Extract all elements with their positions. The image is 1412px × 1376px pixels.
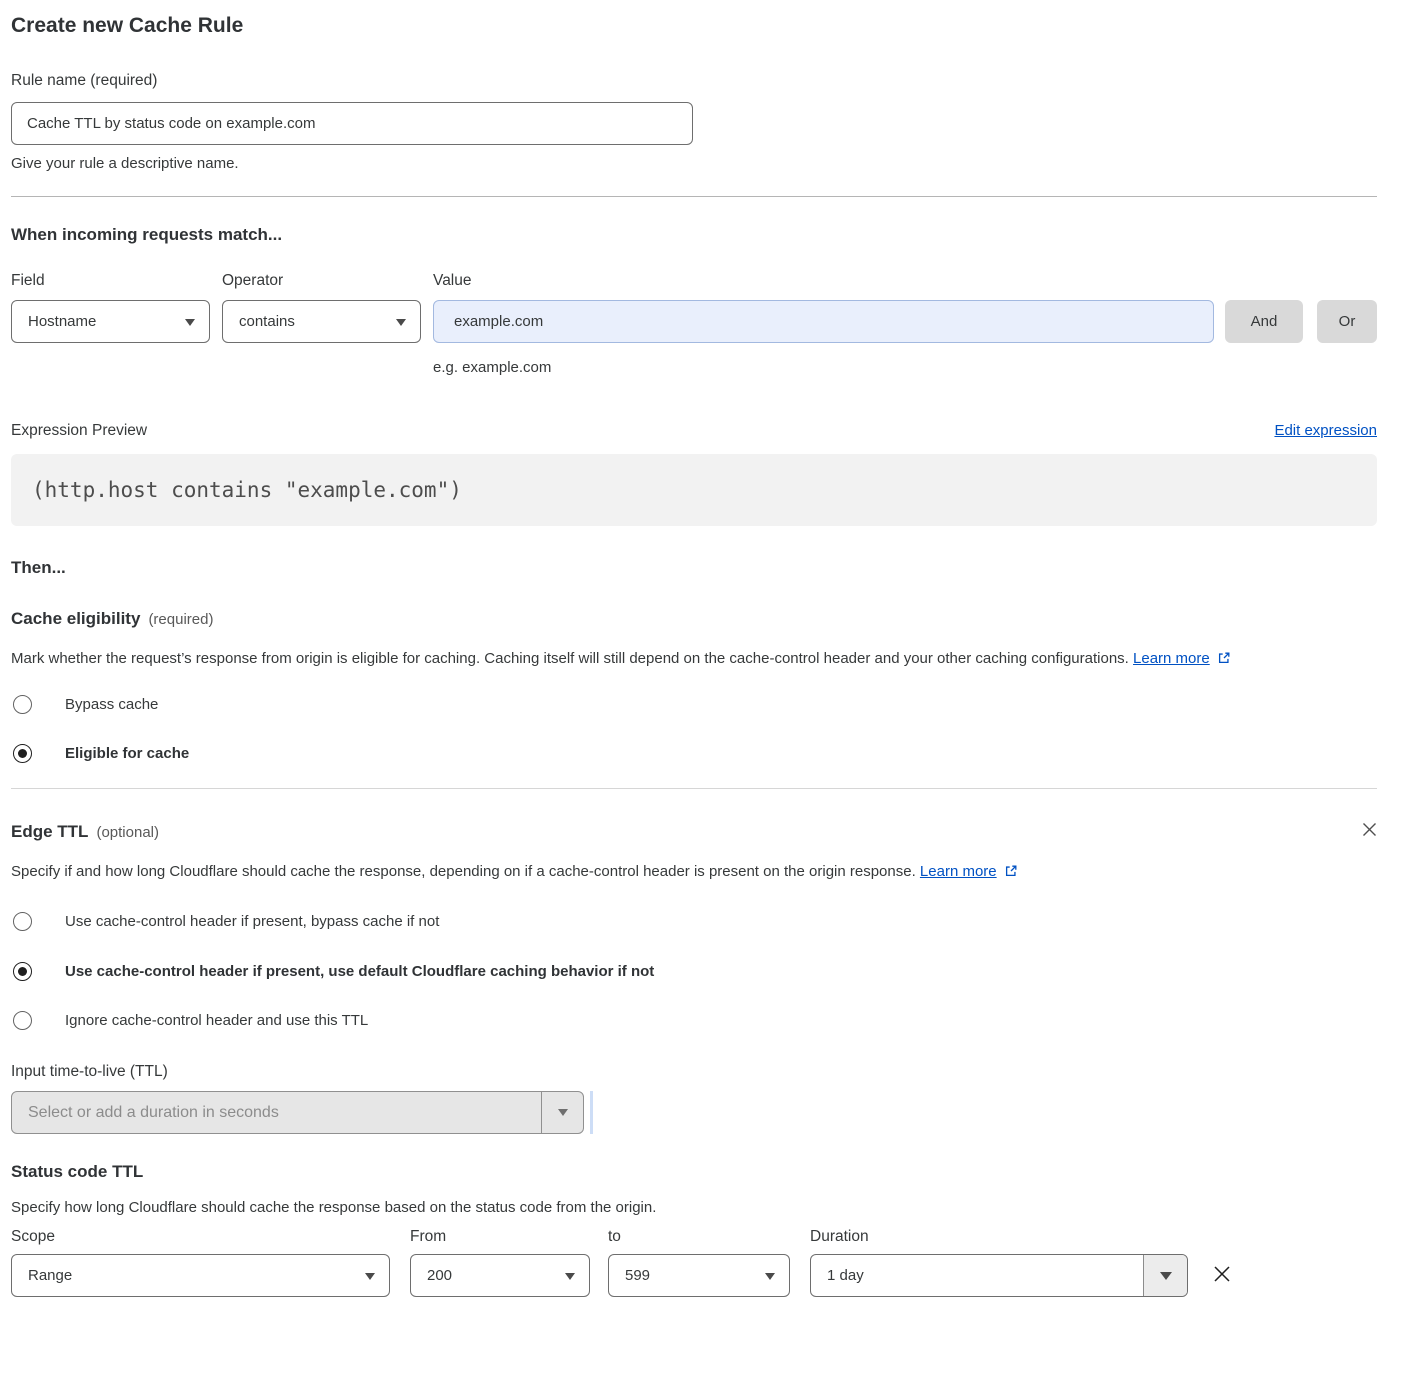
or-button[interactable]: Or	[1317, 300, 1377, 343]
chevron-down-icon[interactable]	[1143, 1255, 1187, 1296]
expression-header-row: Expression Preview Edit expression	[11, 420, 1377, 441]
external-link-icon	[1217, 647, 1231, 675]
radio-checked-icon[interactable]	[13, 744, 32, 763]
rule-name-input[interactable]	[11, 102, 693, 145]
from-select[interactable]: 200	[410, 1254, 590, 1297]
close-edge-ttl-icon[interactable]	[1362, 822, 1377, 841]
expression-preview-label: Expression Preview	[11, 420, 147, 441]
edit-expression-link[interactable]: Edit expression	[1274, 422, 1377, 439]
chevron-down-icon	[396, 319, 406, 326]
value-label: Value	[433, 270, 472, 291]
chevron-down-icon	[185, 319, 195, 326]
edge-ttl-heading: Edge TTL (optional)	[11, 820, 159, 844]
radio-option-label: Use cache-control header if present, use…	[65, 963, 654, 980]
radio-unchecked-icon[interactable]	[13, 1011, 32, 1030]
edge-ttl-header-row: Edge TTL (optional)	[11, 820, 1377, 844]
ttl-input-label: Input time-to-live (TTL)	[11, 1061, 1377, 1082]
chevron-down-icon[interactable]	[541, 1092, 583, 1133]
external-link-icon	[1004, 860, 1018, 888]
chevron-down-icon	[765, 1273, 775, 1280]
radio-option-cc-default[interactable]: Use cache-control header if present, use…	[11, 960, 1377, 982]
then-heading: Then...	[11, 556, 1377, 579]
radio-option-label: Use cache-control header if present, byp…	[65, 913, 439, 930]
to-select-value: 599	[625, 1267, 650, 1284]
cache-eligibility-description-text: Mark whether the request’s response from…	[11, 650, 1129, 667]
field-select[interactable]: Hostname	[11, 300, 210, 343]
radio-unchecked-icon[interactable]	[13, 912, 32, 931]
status-code-ttl-heading: Status code TTL	[11, 1160, 1377, 1183]
radio-option-bypass-cache[interactable]: Bypass cache	[11, 693, 1377, 715]
value-hint: e.g. example.com	[433, 359, 1377, 376]
status-code-controls-row: Range 200 599 1 day	[11, 1254, 1377, 1297]
expression-preview-box: (http.host contains "example.com")	[11, 454, 1377, 526]
status-code-labels-row: Scope From to Duration	[11, 1228, 1377, 1246]
radio-option-ignore-cc[interactable]: Ignore cache-control header and use this…	[11, 1009, 1377, 1031]
scope-select[interactable]: Range	[11, 1254, 390, 1297]
match-labels-row: Field Operator Value	[11, 270, 1377, 291]
to-label: to	[608, 1228, 810, 1246]
scope-select-value: Range	[28, 1267, 72, 1284]
expression-code: (http.host contains "example.com")	[32, 478, 462, 502]
cache-eligibility-heading: Cache eligibility (required)	[11, 607, 1377, 631]
from-label: From	[410, 1228, 608, 1246]
ttl-input-row: Select or add a duration in seconds	[11, 1091, 1377, 1134]
section-divider	[11, 196, 1377, 197]
operator-label: Operator	[222, 270, 421, 291]
learn-more-link[interactable]: Learn more	[1133, 650, 1210, 667]
operator-select-value: contains	[239, 313, 295, 330]
remove-status-code-rule-icon[interactable]	[1212, 1264, 1232, 1288]
focus-caret	[590, 1091, 593, 1134]
radio-unchecked-icon[interactable]	[13, 695, 32, 714]
create-cache-rule-page: Create new Cache Rule Rule name (require…	[0, 0, 1412, 1297]
radio-option-label: Ignore cache-control header and use this…	[65, 1012, 368, 1029]
match-controls-row: Hostname contains And Or	[11, 300, 1377, 343]
page-title: Create new Cache Rule	[11, 12, 1377, 40]
edge-ttl-description-text: Specify if and how long Cloudflare shoul…	[11, 863, 916, 880]
duration-label: Duration	[810, 1228, 1188, 1246]
field-label: Field	[11, 270, 210, 291]
radio-option-label: Eligible for cache	[65, 745, 189, 762]
cache-eligibility-description: Mark whether the request’s response from…	[11, 645, 1351, 675]
field-select-value: Hostname	[28, 313, 96, 330]
radio-option-eligible-for-cache[interactable]: Eligible for cache	[11, 742, 1377, 764]
status-code-ttl-description: Specify how long Cloudflare should cache…	[11, 1197, 1351, 1218]
edge-ttl-title: Edge TTL	[11, 822, 88, 841]
optional-badge: (optional)	[96, 824, 159, 841]
and-button[interactable]: And	[1225, 300, 1303, 343]
radio-option-cc-bypass[interactable]: Use cache-control header if present, byp…	[11, 910, 1377, 932]
match-heading: When incoming requests match...	[11, 223, 1377, 246]
radio-option-label: Bypass cache	[65, 696, 158, 713]
operator-select[interactable]: contains	[222, 300, 421, 343]
duration-select-value: 1 day	[811, 1255, 1143, 1296]
required-badge: (required)	[148, 611, 213, 628]
from-select-value: 200	[427, 1267, 452, 1284]
radio-checked-icon[interactable]	[13, 962, 32, 981]
edge-ttl-description: Specify if and how long Cloudflare shoul…	[11, 858, 1351, 888]
rule-name-label: Rule name (required)	[11, 70, 1377, 91]
section-divider	[11, 788, 1377, 789]
chevron-down-icon	[565, 1273, 575, 1280]
chevron-down-icon	[365, 1273, 375, 1280]
to-select[interactable]: 599	[608, 1254, 790, 1297]
ttl-duration-select[interactable]: Select or add a duration in seconds	[11, 1091, 584, 1134]
scope-label: Scope	[11, 1228, 410, 1246]
duration-select[interactable]: 1 day	[810, 1254, 1188, 1297]
rule-name-help: Give your rule a descriptive name.	[11, 153, 1377, 174]
learn-more-link[interactable]: Learn more	[920, 863, 997, 880]
cache-eligibility-title: Cache eligibility	[11, 609, 140, 628]
ttl-duration-placeholder: Select or add a duration in seconds	[12, 1092, 541, 1133]
value-input[interactable]	[433, 300, 1214, 343]
